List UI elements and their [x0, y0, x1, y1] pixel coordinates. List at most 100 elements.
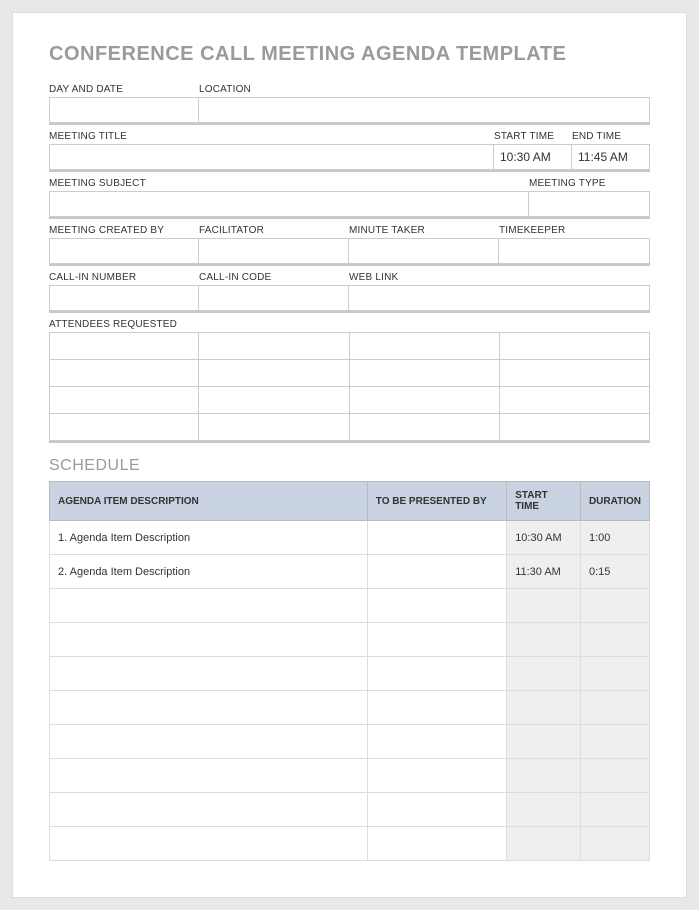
attendee-cell[interactable] [349, 359, 500, 387]
cell-duration[interactable] [580, 623, 649, 657]
field-facilitator[interactable] [199, 238, 349, 264]
label-start-time: START TIME [494, 131, 572, 142]
cell-duration[interactable]: 1:00 [580, 521, 649, 555]
cell-presented-by[interactable] [367, 623, 506, 657]
label-meeting-type: MEETING TYPE [529, 178, 650, 189]
cell-start[interactable] [507, 623, 581, 657]
attendee-cell[interactable] [499, 386, 650, 414]
row-callin: CALL-IN NUMBER CALL-IN CODE WEB LINK [49, 272, 650, 313]
field-timekeeper[interactable] [499, 238, 650, 264]
field-callin-number[interactable] [49, 285, 199, 311]
label-timekeeper: TIMEKEEPER [499, 225, 650, 236]
attendee-cell[interactable] [49, 413, 199, 441]
row-title-times: MEETING TITLE START TIME 10:30 AM END TI… [49, 131, 650, 172]
cell-duration[interactable] [580, 725, 649, 759]
cell-presented-by[interactable] [367, 657, 506, 691]
cell-duration[interactable] [580, 793, 649, 827]
cell-presented-by[interactable] [367, 691, 506, 725]
attendee-cell[interactable] [49, 386, 199, 414]
field-minute-taker[interactable] [349, 238, 499, 264]
cell-desc[interactable] [50, 691, 368, 725]
cell-presented-by[interactable] [367, 827, 506, 861]
attendee-cell[interactable] [499, 359, 650, 387]
cell-start[interactable] [507, 589, 581, 623]
attendee-cell[interactable] [49, 332, 199, 360]
cell-start[interactable] [507, 725, 581, 759]
cell-desc[interactable] [50, 589, 368, 623]
field-day-date[interactable] [49, 97, 199, 123]
row-subject-type: MEETING SUBJECT MEETING TYPE [49, 178, 650, 219]
table-row: 2. Agenda Item Description 11:30 AM0:15 [50, 555, 650, 589]
label-minute-taker: MINUTE TAKER [349, 225, 499, 236]
schedule-heading: SCHEDULE [49, 457, 650, 475]
field-end-time[interactable]: 11:45 AM [572, 144, 650, 170]
field-meeting-type[interactable] [529, 191, 650, 217]
field-web-link[interactable] [349, 285, 650, 311]
th-duration: DURATION [580, 482, 649, 521]
cell-start[interactable]: 10:30 AM [507, 521, 581, 555]
cell-duration[interactable] [580, 589, 649, 623]
cell-presented-by[interactable] [367, 759, 506, 793]
field-meeting-subject[interactable] [49, 191, 529, 217]
label-day-date: DAY AND DATE [49, 84, 199, 95]
cell-duration[interactable] [580, 827, 649, 861]
cell-start[interactable]: 11:30 AM [507, 555, 581, 589]
th-start: START TIME [507, 482, 581, 521]
attendee-cell[interactable] [349, 332, 500, 360]
th-presented-by: TO BE PRESENTED BY [367, 482, 506, 521]
table-row [50, 691, 650, 725]
table-row [50, 589, 650, 623]
cell-desc[interactable]: 1. Agenda Item Description [50, 521, 368, 555]
row-date-location: DAY AND DATE LOCATION [49, 84, 650, 125]
cell-desc[interactable] [50, 793, 368, 827]
label-meeting-title: MEETING TITLE [49, 131, 494, 142]
table-row [50, 759, 650, 793]
attendee-cell[interactable] [499, 332, 650, 360]
field-start-time[interactable]: 10:30 AM [494, 144, 572, 170]
field-location[interactable] [199, 97, 650, 123]
schedule-table: AGENDA ITEM DESCRIPTION TO BE PRESENTED … [49, 481, 650, 861]
label-attendees: ATTENDEES REQUESTED [49, 319, 650, 330]
cell-desc[interactable] [50, 657, 368, 691]
attendee-cell[interactable] [198, 332, 349, 360]
cell-start[interactable] [507, 691, 581, 725]
table-row [50, 657, 650, 691]
label-end-time: END TIME [572, 131, 650, 142]
cell-desc[interactable] [50, 725, 368, 759]
cell-presented-by[interactable] [367, 521, 506, 555]
cell-duration[interactable] [580, 759, 649, 793]
cell-desc[interactable] [50, 759, 368, 793]
th-desc: AGENDA ITEM DESCRIPTION [50, 482, 368, 521]
field-meeting-title[interactable] [49, 144, 494, 170]
cell-presented-by[interactable] [367, 589, 506, 623]
label-callin-code: CALL-IN CODE [199, 272, 349, 283]
cell-duration[interactable] [580, 657, 649, 691]
attendee-cell[interactable] [49, 359, 199, 387]
attendee-cell[interactable] [198, 413, 349, 441]
cell-desc[interactable]: 2. Agenda Item Description [50, 555, 368, 589]
attendees-grid [49, 332, 650, 443]
attendee-cell[interactable] [198, 386, 349, 414]
cell-duration[interactable]: 0:15 [580, 555, 649, 589]
field-created-by[interactable] [49, 238, 199, 264]
attendee-cell[interactable] [349, 386, 500, 414]
cell-desc[interactable] [50, 623, 368, 657]
label-meeting-subject: MEETING SUBJECT [49, 178, 529, 189]
cell-desc[interactable] [50, 827, 368, 861]
cell-start[interactable] [507, 657, 581, 691]
attendee-cell[interactable] [198, 359, 349, 387]
cell-duration[interactable] [580, 691, 649, 725]
attendee-cell[interactable] [499, 413, 650, 441]
table-row [50, 623, 650, 657]
cell-presented-by[interactable] [367, 555, 506, 589]
label-web-link: WEB LINK [349, 272, 650, 283]
cell-start[interactable] [507, 827, 581, 861]
cell-start[interactable] [507, 793, 581, 827]
cell-presented-by[interactable] [367, 725, 506, 759]
cell-start[interactable] [507, 759, 581, 793]
attendee-cell[interactable] [349, 413, 500, 441]
table-row [50, 793, 650, 827]
cell-presented-by[interactable] [367, 793, 506, 827]
label-created-by: MEETING CREATED BY [49, 225, 199, 236]
field-callin-code[interactable] [199, 285, 349, 311]
